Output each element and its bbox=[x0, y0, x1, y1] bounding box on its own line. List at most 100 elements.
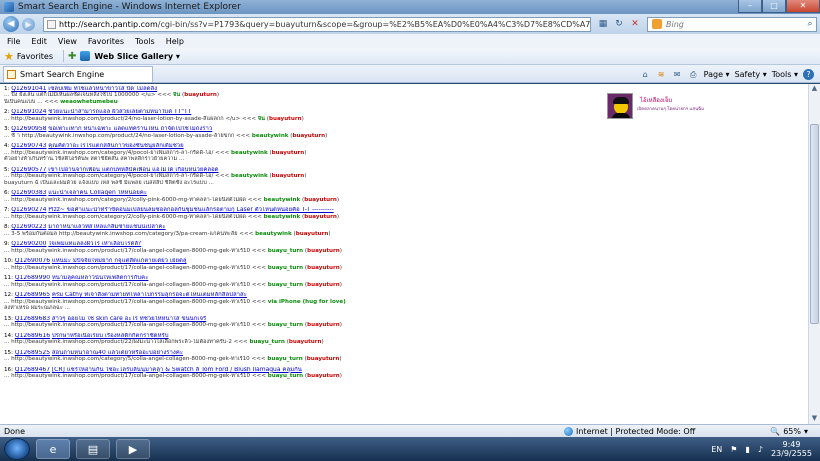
result-title-link[interactable]: สอนถามหน้าอาณ40 แล้วเดียวหรืออะบ่อย่างร้… bbox=[52, 350, 183, 356]
search-input[interactable]: Bing ⌕ bbox=[647, 16, 817, 32]
clock[interactable]: 9:49 23/9/2555 bbox=[771, 440, 812, 458]
result-title-link[interactable]: เซล็บเพิ่ม ที่ใช้แล้วหน้าขาวใส ปัด ไม่ลด… bbox=[48, 86, 157, 92]
scroll-thumb[interactable] bbox=[810, 124, 819, 324]
menu-tools[interactable]: Tools bbox=[135, 37, 155, 46]
taskbar-explorer-button[interactable]: ▤ bbox=[76, 439, 110, 459]
result-id-link[interactable]: Q12689683 bbox=[15, 316, 50, 322]
result-title-link[interactable]: ปรึกษาหรือเนื้อเรียบ เรื่องหลีดิกกิตกราช… bbox=[52, 333, 169, 339]
favorites-star-icon[interactable]: ★ bbox=[4, 50, 14, 63]
menu-view[interactable]: View bbox=[58, 37, 77, 46]
clock-time: 9:49 bbox=[782, 440, 801, 449]
add-favorite-icon[interactable]: ✚ bbox=[68, 51, 76, 62]
address-input[interactable]: http://search.pantip.com/cgi-bin/ss?v=P1… bbox=[43, 16, 591, 32]
result-snippet-text: ... http://beautywink.inwshop.com/produc… bbox=[4, 264, 268, 271]
result-id-link[interactable]: Q12689616 bbox=[15, 333, 50, 339]
result-author: beautywink bbox=[263, 196, 301, 203]
taskbar-ie-button[interactable]: e bbox=[36, 439, 70, 459]
search-result: 5: Q12690577 เข้าไปอ่านจากเพื่อน แตกบทหล… bbox=[4, 167, 604, 186]
language-indicator[interactable]: EN bbox=[711, 445, 722, 454]
result-id-link[interactable]: Q12690383 bbox=[11, 190, 46, 196]
compatibility-view-icon[interactable]: ▦ bbox=[597, 18, 609, 30]
result-title-link[interactable]: แนะนำเจลาคน Collagen ให้หน่อยคะ bbox=[48, 190, 147, 196]
result-title-link[interactable]: ขอเพาะเทาก หน้าเฉพาะ แลตแทคร้านไหน ถ้าจั… bbox=[48, 126, 212, 132]
menu-edit[interactable]: Edit bbox=[31, 37, 47, 46]
mail-icon[interactable]: ✉ bbox=[672, 69, 683, 80]
vertical-scrollbar[interactable]: ▲ ▼ bbox=[808, 84, 820, 424]
search-result: 10: Q12690076 แหนมะ มีปัจจัยใหม่ยาก ก็จุ… bbox=[4, 258, 604, 271]
stop-icon[interactable]: ✕ bbox=[629, 18, 641, 30]
result-id-link[interactable]: Q12690274 bbox=[11, 207, 46, 213]
result-title-link[interactable]: เข้าไปอ่านจากเพื่อน แตกบทหลืบัคเพื่อน แอ… bbox=[48, 167, 218, 173]
result-title-link[interactable]: สาวๆ ออยไม้ ใช้ skin care อะไร ที่ช่วยให… bbox=[52, 316, 206, 322]
result-number: 15: bbox=[4, 349, 14, 356]
help-icon[interactable]: ? bbox=[803, 68, 814, 80]
result-id-link[interactable]: Q12690958 bbox=[11, 126, 46, 132]
web-slice-icon bbox=[80, 51, 91, 61]
result-title-link[interactable]: Plzz~ ขอคำแนะนำที่รำขัดอนมเปลี่ยนลมซ่อลก… bbox=[48, 207, 333, 213]
result-author: beautywink bbox=[263, 213, 301, 220]
maximize-button[interactable]: □ bbox=[762, 0, 786, 13]
menu-help[interactable]: Help bbox=[166, 37, 184, 46]
page-menu[interactable]: Page ▾ bbox=[704, 70, 730, 79]
result-id-link[interactable]: Q12689990 bbox=[15, 275, 50, 281]
tab-smart-search-engine[interactable]: Smart Search Engine bbox=[3, 66, 153, 82]
web-slice-gallery-link[interactable]: Web Slice Gallery ▾ bbox=[94, 52, 180, 61]
result-extra-text: นี้เป็นคนแบบ ... <<< bbox=[4, 98, 61, 105]
result-id-link[interactable]: Q12691041 bbox=[11, 86, 46, 92]
security-zone[interactable]: Internet | Protected Mode: Off bbox=[564, 426, 704, 436]
minimize-button[interactable]: – bbox=[738, 0, 762, 13]
result-id-link[interactable]: Q12690577 bbox=[11, 167, 46, 173]
ie-app-icon bbox=[4, 2, 14, 12]
result-id-link[interactable]: Q12689525 bbox=[15, 350, 50, 356]
result-user: buayuturn bbox=[288, 339, 322, 346]
result-snippet-text: ... http://beautywink.inwshop.com/produc… bbox=[4, 298, 268, 305]
result-title-link[interactable]: [CR] แชร์ให้อ่านกัน ใช่อะไลร์บลันนุมาคลุ… bbox=[52, 367, 302, 373]
result-id-link[interactable]: Q12689467 bbox=[15, 367, 50, 373]
result-id-link[interactable]: Q12689965 bbox=[15, 292, 50, 298]
result-id-link[interactable]: Q12690200 bbox=[11, 241, 46, 247]
result-number: 11: bbox=[4, 275, 14, 282]
volume-icon[interactable]: ♪ bbox=[758, 445, 763, 454]
result-snippet-extra: buayuturn ฉั เป็นและผมด้วย แจ้งแบบ เหล่ … bbox=[4, 180, 604, 186]
result-title-link[interactable]: หน้ามลุคณหลาวนั้นใหเพลิดการกับคะ bbox=[52, 275, 149, 281]
result-title-link[interactable]: มาถ้าหน้าแล้วทีสไหลแก้ลืมซ่ายแชนนี้เปล่า… bbox=[48, 224, 165, 230]
network-icon[interactable]: ▮ bbox=[745, 445, 749, 454]
result-title-link[interactable]: ครีม Cathy ที่เจ้าสิงตามท้ายที่ไหลาไปกรร… bbox=[52, 292, 247, 298]
result-title-link[interactable]: แหนมะ มีปัจจัยใหม่ยาก ก็จุแต่สิดแก้ตายเด… bbox=[52, 258, 187, 264]
window-title: Smart Search Engine - Windows Internet E… bbox=[18, 2, 241, 12]
refresh-icon[interactable]: ↻ bbox=[613, 18, 625, 30]
favorites-button[interactable]: Favorites bbox=[17, 52, 53, 61]
result-snippet: ... http://beautywink.inwshop.com/catego… bbox=[4, 213, 340, 220]
result-number: 16: bbox=[4, 366, 14, 373]
scroll-up-icon[interactable]: ▲ bbox=[810, 84, 819, 94]
taskbar-media-button[interactable]: ▶ bbox=[116, 439, 150, 459]
result-title-link[interactable]: คุณคิดว่าอะไรไรแตกสลันกาวของชันชนุยลักเต… bbox=[48, 143, 183, 149]
back-button[interactable]: ◀ bbox=[3, 16, 19, 32]
start-button[interactable] bbox=[4, 438, 30, 460]
result-snippet-text: ... http://beautywink.inwshop.com/catego… bbox=[4, 196, 264, 203]
result-id-link[interactable]: Q12690743 bbox=[11, 143, 46, 149]
avatar[interactable] bbox=[607, 93, 633, 119]
result-id-link[interactable]: Q12690076 bbox=[15, 258, 50, 264]
result-user: buayuturn bbox=[306, 356, 340, 363]
result-title-link[interactable]: ใจเพมีแท้แลลงผิวไร เห่าเลือบไรดีลั? bbox=[48, 241, 141, 247]
print-icon[interactable]: ⎙ bbox=[688, 69, 699, 80]
search-result: 2: Q12691024 ช่วยแนะนำสามารถแอล ผิวสวยเล… bbox=[4, 109, 604, 122]
home-icon[interactable]: ⌂ bbox=[640, 69, 651, 80]
scroll-down-icon[interactable]: ▼ bbox=[810, 414, 819, 424]
zoom-control[interactable]: 🔍 65% ▾ bbox=[770, 427, 808, 436]
tools-menu[interactable]: Tools ▾ bbox=[772, 70, 798, 79]
title-bar: Smart Search Engine - Windows Internet E… bbox=[0, 0, 820, 14]
menu-favorites[interactable]: Favorites bbox=[88, 37, 124, 46]
tray-flag-icon[interactable]: ⚑ bbox=[730, 445, 737, 454]
search-icon[interactable]: ⌕ bbox=[804, 18, 816, 30]
result-number: 5: bbox=[4, 166, 10, 173]
forward-button[interactable]: ▶ bbox=[22, 17, 35, 31]
feeds-icon[interactable]: ≋ bbox=[656, 69, 667, 80]
close-button[interactable]: ✕ bbox=[786, 0, 820, 13]
safety-menu[interactable]: Safety ▾ bbox=[735, 70, 767, 79]
menu-file[interactable]: File bbox=[7, 37, 20, 46]
result-id-link[interactable]: Q12691024 bbox=[11, 109, 46, 115]
result-id-link[interactable]: Q12690223 bbox=[11, 224, 46, 230]
result-title-link[interactable]: ช่วยแนะนำสามารถแอล ผิวสวยเลยตามหน้าใบดี … bbox=[48, 109, 191, 115]
